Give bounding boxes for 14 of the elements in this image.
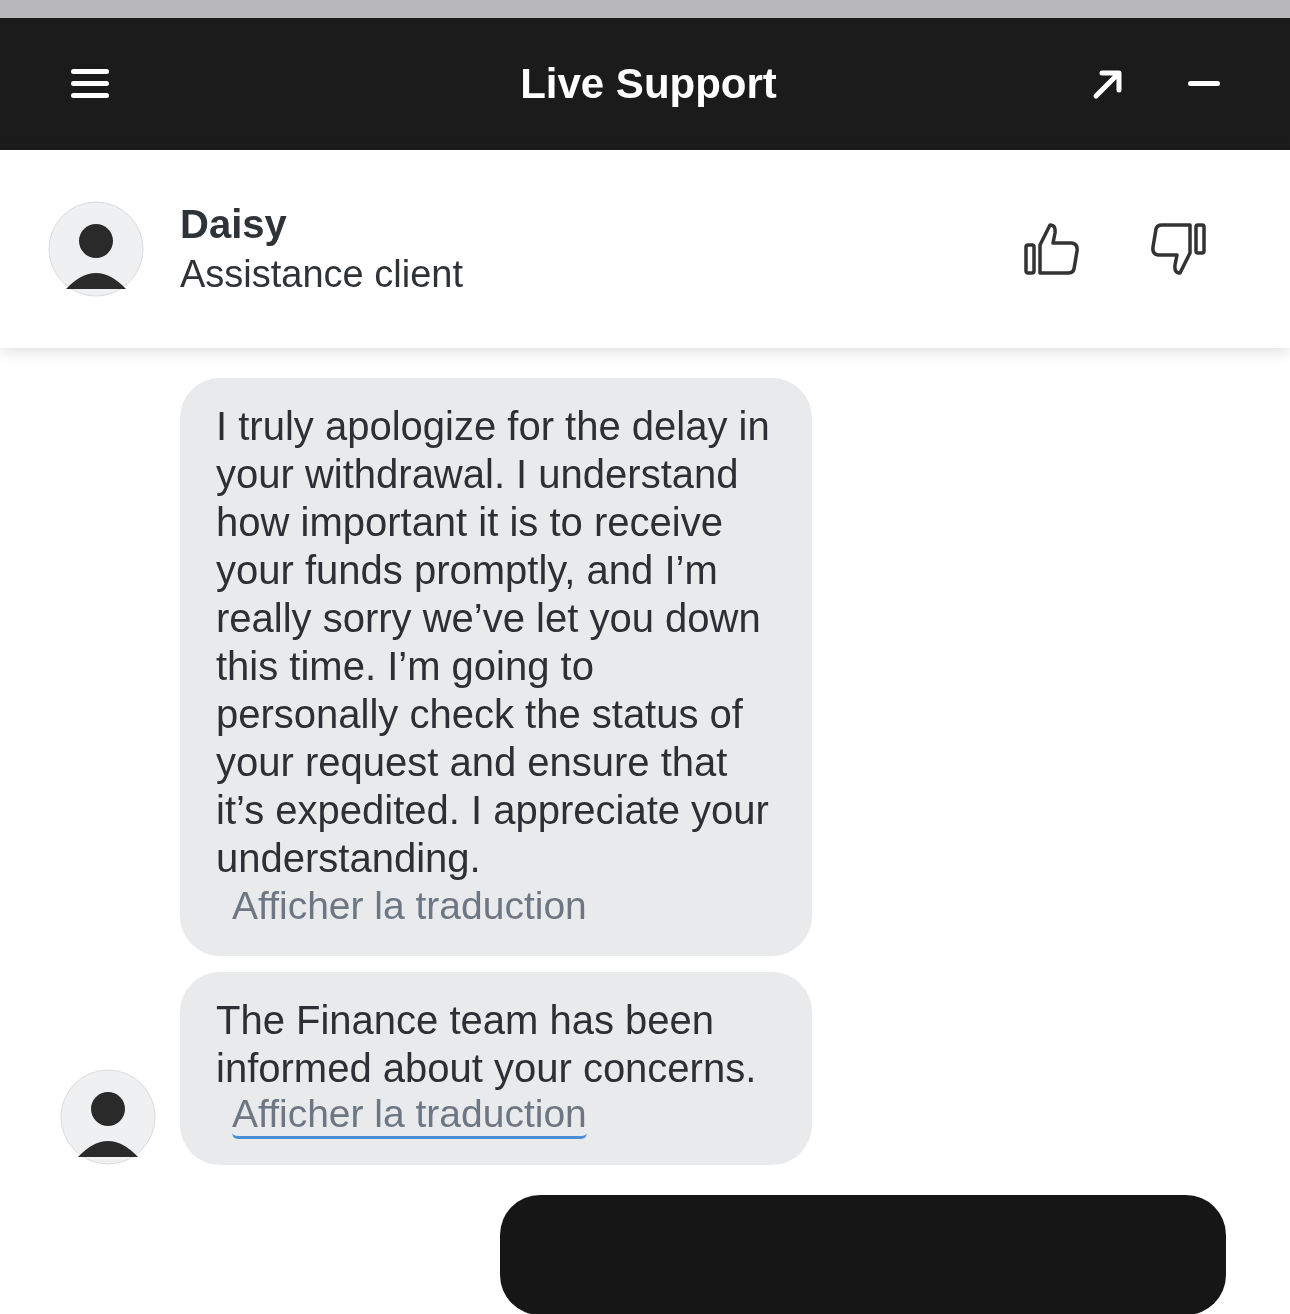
thumbs-up-icon[interactable] — [1024, 221, 1080, 277]
message-text: The Finance team has been informed about your concerns. — [216, 997, 758, 1092]
avatar-silhouette-icon — [48, 201, 144, 297]
minimize-icon[interactable] — [1188, 81, 1220, 87]
translation-link[interactable]: Afficher la traduction — [232, 882, 587, 930]
window-title: Live Support — [519, 60, 777, 108]
thumbs-down-icon[interactable] — [1150, 221, 1206, 277]
menu-icon[interactable] — [71, 69, 109, 99]
expand-arrow-icon[interactable] — [1092, 68, 1124, 100]
message-text: I truly apologize for the delay in your withdrawal. I understand how important it is to receive your funds promptly, and I’m really sorry we’ve let you down this time. I’m going to personally check the status of your request and ensure that it’s expedited. I appreciate your understanding. — [216, 403, 771, 882]
agent-role: Assistance client — [180, 253, 463, 296]
translation-link[interactable]: Afficher la traduction — [232, 1092, 587, 1139]
agent-name: Daisy — [180, 202, 288, 247]
avatar-silhouette-icon — [60, 1069, 156, 1165]
